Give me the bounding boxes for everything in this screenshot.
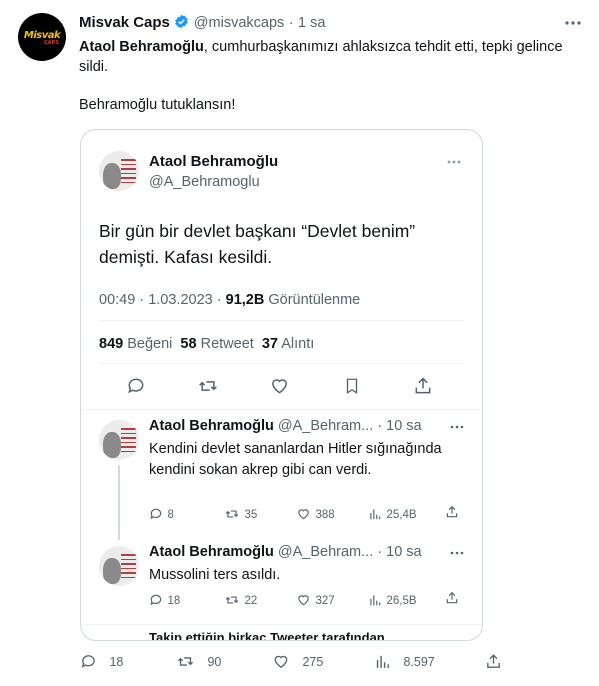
post-time[interactable]: 1 sa <box>298 15 325 31</box>
author-handle[interactable]: @misvakcaps <box>194 15 284 31</box>
reply-action-like[interactable]: 327 <box>296 591 335 609</box>
author-avatar[interactable]: Misvak CAPS <box>18 13 66 61</box>
post-action-reply[interactable]: 18 <box>80 653 123 671</box>
reply-text: Kendini devlet sananlardan Hitler sığına… <box>149 441 442 478</box>
reply-author-name[interactable]: Ataol Behramoğlu <box>149 544 274 560</box>
views-count: 26,5B <box>386 595 417 607</box>
reply-author-avatar[interactable] <box>99 420 139 460</box>
post-action-views[interactable]: 8.597 <box>374 653 435 671</box>
post-views-count: 8.597 <box>403 655 435 669</box>
divider <box>81 624 482 625</box>
header-separator: · <box>288 15 294 31</box>
retweets-label[interactable]: Retweet <box>201 336 254 352</box>
divider <box>99 320 464 321</box>
post-text: Ataol Behramoğlu, cumhurbaşkanımızı ahla… <box>79 37 584 77</box>
reply-header: Ataol Behramoğlu @A_Behram... · 10 sa <box>149 418 422 434</box>
reply-more-icon[interactable] <box>450 550 464 556</box>
reply-action-reply[interactable]: 8 <box>149 505 174 523</box>
post-text-bold: Ataol Behramoğlu <box>79 39 204 55</box>
bookmark-icon[interactable] <box>343 376 361 396</box>
verified-badge-icon <box>174 14 189 29</box>
divider <box>99 363 464 364</box>
reply-action-like[interactable]: 388 <box>296 505 335 523</box>
post-reply-count: 18 <box>109 655 124 669</box>
reply-icon[interactable] <box>126 376 146 396</box>
quoted-text: Bir gün bir devlet başkanı “Devlet benim… <box>99 221 416 267</box>
reply-author-name[interactable]: Ataol Behramoğlu <box>149 418 274 434</box>
divider <box>81 409 482 410</box>
reply-author-avatar[interactable] <box>99 546 139 586</box>
reply-action-views[interactable]: 25,4B <box>368 505 417 523</box>
post-action-like[interactable]: 275 <box>272 653 323 671</box>
reply-action-retweet[interactable]: 22 <box>224 591 257 609</box>
post-header: Misvak Caps @misvakcaps · 1 sa <box>79 14 325 32</box>
like-icon[interactable] <box>269 376 290 396</box>
reply-header: Ataol Behramoğlu @A_Behram... · 10 sa <box>149 544 422 560</box>
author-name[interactable]: Misvak Caps <box>79 14 170 31</box>
post-action-retweet[interactable]: 90 <box>176 653 221 671</box>
retweet-count: 22 <box>244 595 258 607</box>
quotes-label[interactable]: Alıntı <box>281 336 314 352</box>
quoted-time[interactable]: 00:49 <box>99 292 135 308</box>
quoted-author-avatar[interactable] <box>99 151 139 191</box>
reply-text: Mussolini ters asıldı. <box>149 567 281 583</box>
quoted-date[interactable]: 1.03.2023 <box>148 292 213 308</box>
post-retweet-count: 90 <box>207 655 222 669</box>
likes-label[interactable]: Beğeni <box>127 336 172 352</box>
quoted-tweet-card[interactable]: Ataol Behramoğlu @A_Behramoglu Bir gün b… <box>80 129 483 641</box>
views-count: 25,4B <box>386 509 417 521</box>
quoted-engagement-stats: 849 Beğeni 58 Retweet 37 Alıntı <box>99 336 314 352</box>
share-icon[interactable] <box>413 376 433 396</box>
cut-off-footer-text: Takip ettiğin birkaç Tweeter tarafından <box>149 630 385 641</box>
reply-author-handle[interactable]: @A_Behram... <box>278 544 373 560</box>
reply-action-retweet[interactable]: 35 <box>224 505 257 523</box>
quoted-more-icon[interactable] <box>446 158 462 166</box>
post-share-icon[interactable] <box>485 653 502 670</box>
likes-count[interactable]: 849 <box>99 336 123 352</box>
reply-share-icon[interactable] <box>445 505 459 519</box>
quotes-count[interactable]: 37 <box>262 336 278 352</box>
reply-more-icon[interactable] <box>450 424 464 430</box>
avatar-logo-subtext: CAPS <box>44 40 59 46</box>
reply-time[interactable]: 10 sa <box>386 544 421 560</box>
reply-author-handle[interactable]: @A_Behram... <box>278 418 373 434</box>
thread-line <box>118 465 120 540</box>
quoted-views-count: 91,2B <box>225 292 265 308</box>
quoted-meta: 00:49 · 1.03.2023 · 91,2B Görüntülenme <box>99 292 361 308</box>
reply-count: 18 <box>167 595 181 607</box>
post-like-count: 275 <box>302 655 324 669</box>
quoted-author-handle[interactable]: @A_Behramoglu <box>149 174 260 190</box>
quoted-author-name[interactable]: Ataol Behramoğlu <box>149 153 278 170</box>
like-count: 388 <box>315 509 335 521</box>
reply-action-views[interactable]: 26,5B <box>368 591 417 609</box>
retweet-count: 35 <box>244 509 258 521</box>
retweet-icon[interactable] <box>197 376 219 396</box>
reply-action-reply[interactable]: 18 <box>149 591 180 609</box>
reply-time[interactable]: 10 sa <box>386 418 421 434</box>
retweets-count[interactable]: 58 <box>180 336 196 352</box>
reply-share-icon[interactable] <box>445 591 459 605</box>
post-text-second: Behramoğlu tutuklansın! <box>79 97 236 113</box>
like-count: 327 <box>315 595 335 607</box>
reply-count: 8 <box>167 509 174 521</box>
quoted-views-label: Görüntülenme <box>268 292 361 308</box>
more-options-icon[interactable] <box>564 16 582 30</box>
